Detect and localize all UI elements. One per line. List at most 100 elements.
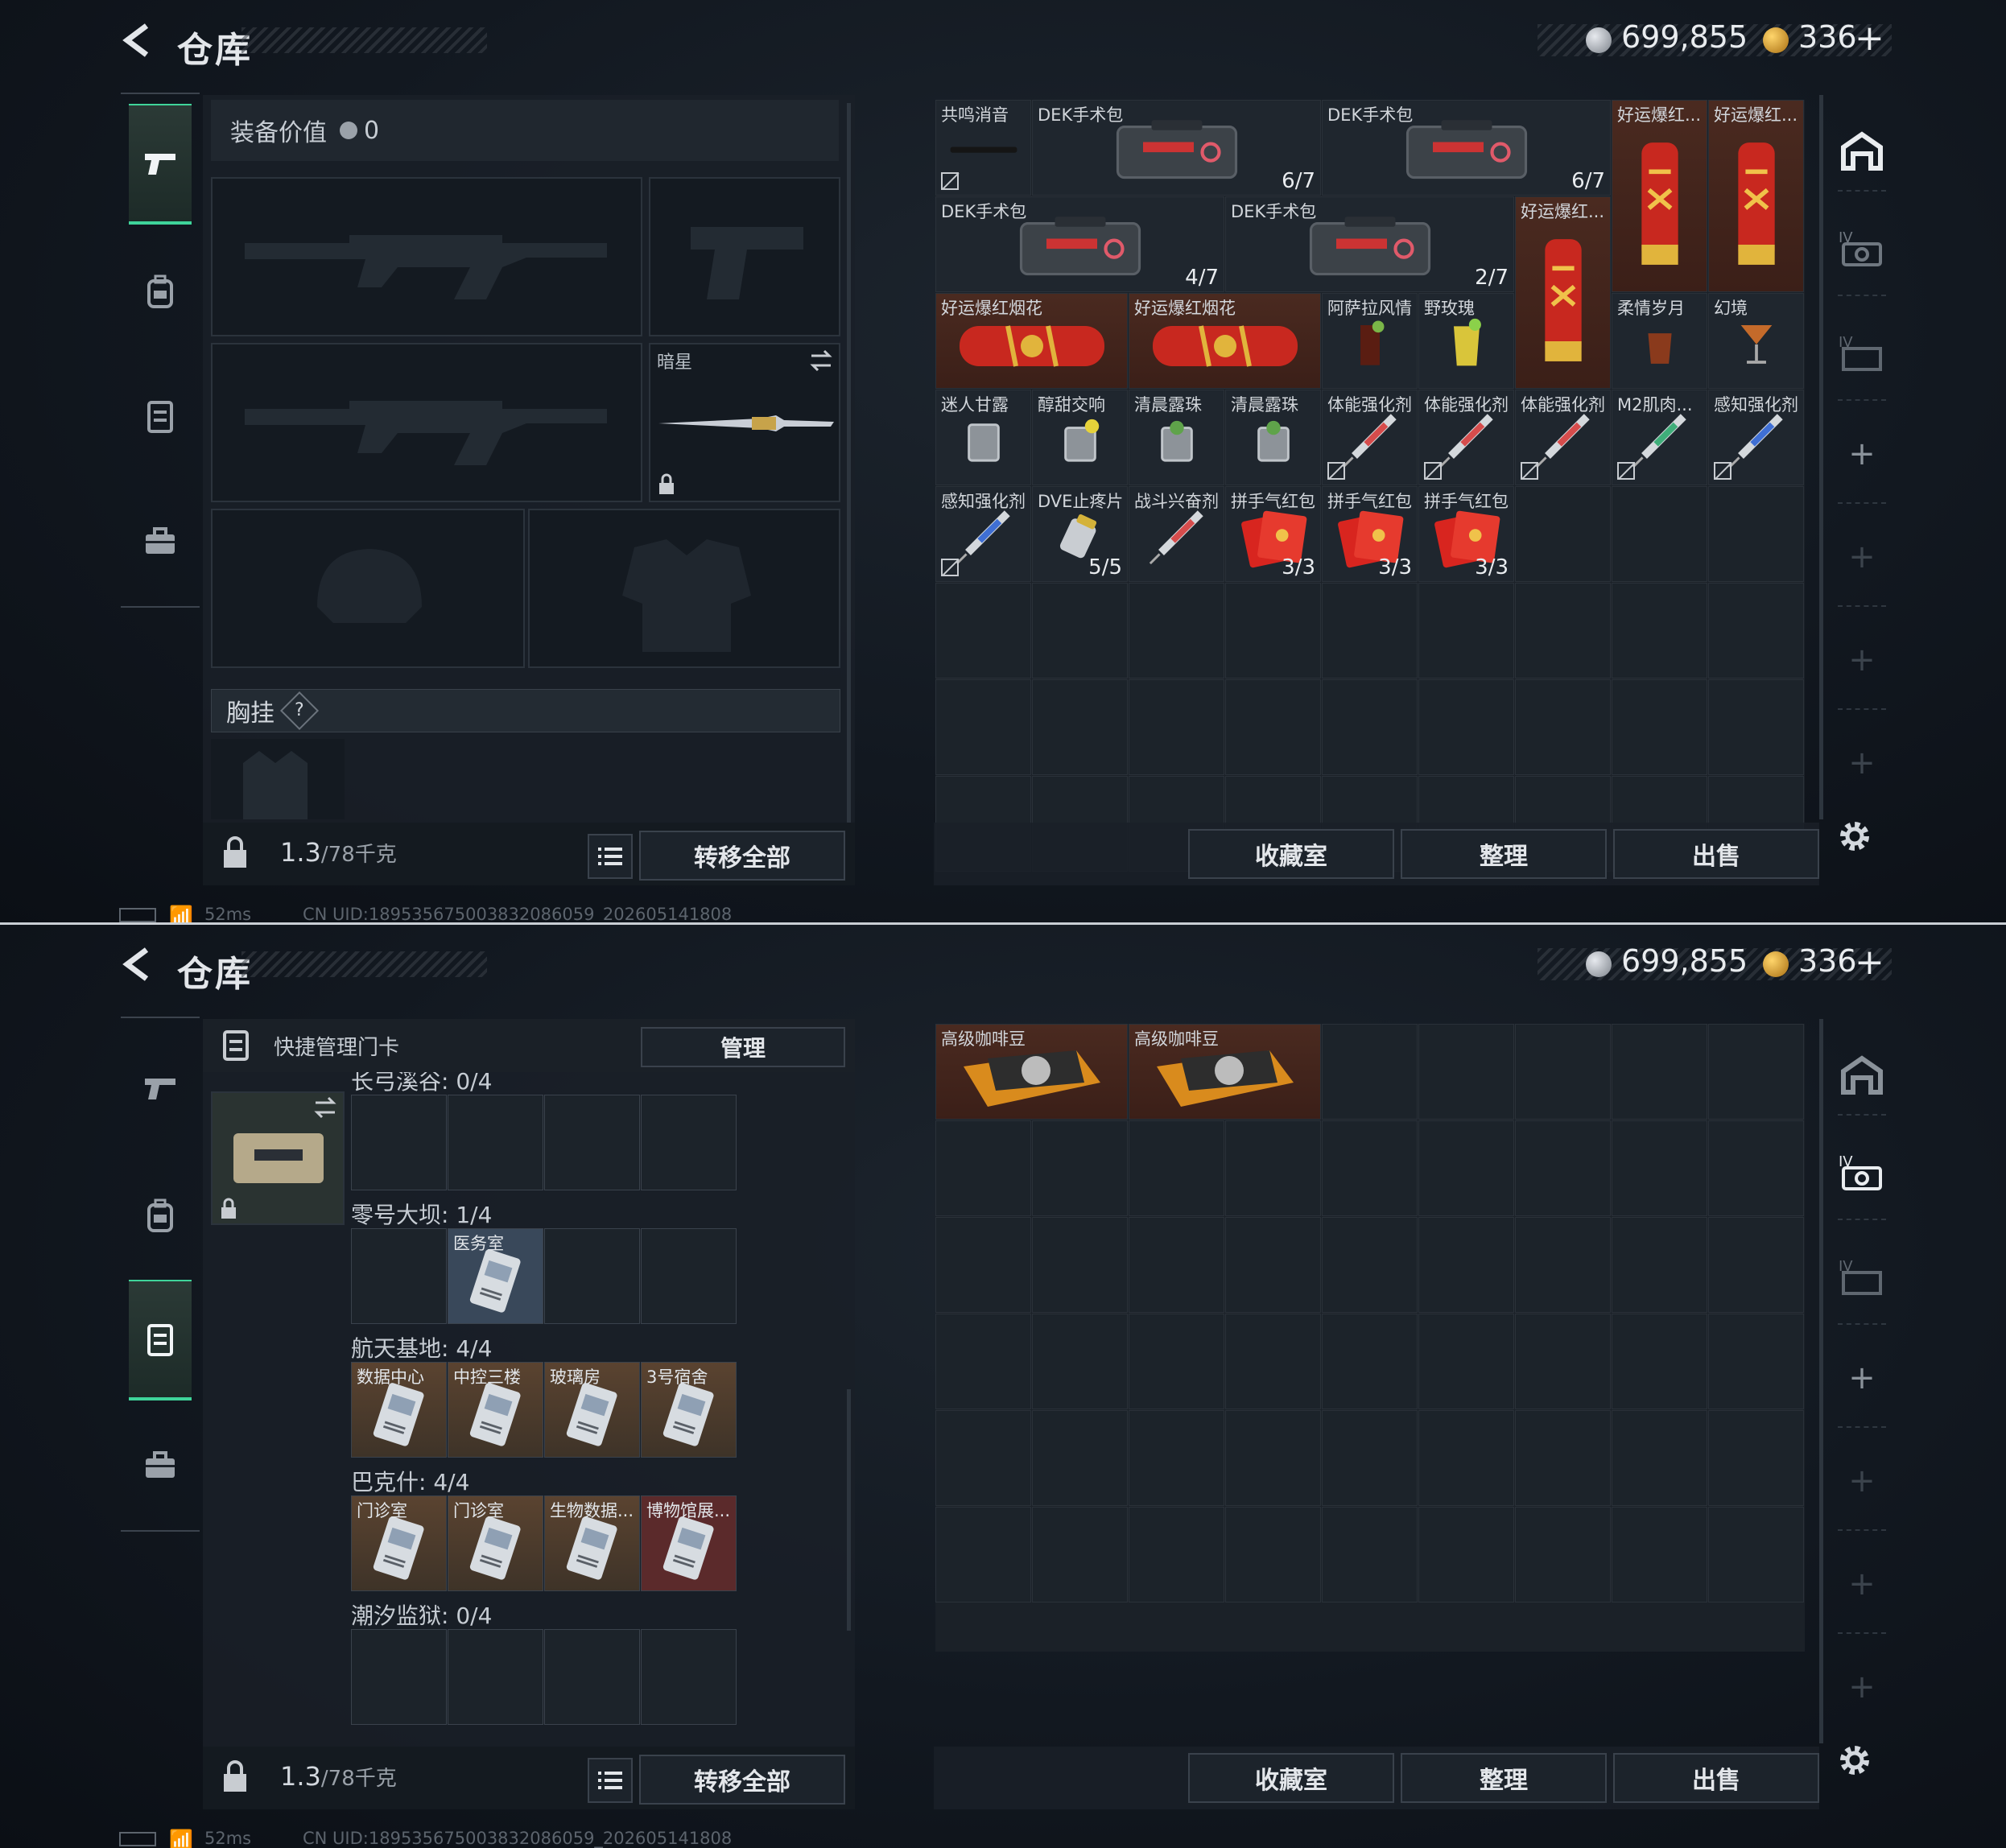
empty-grid-cell[interactable]: [1418, 1024, 1514, 1120]
empty-grid-cell[interactable]: [1418, 1410, 1514, 1506]
keycard-slot[interactable]: [448, 1095, 543, 1190]
keycard-slot[interactable]: 玻璃房: [544, 1362, 640, 1458]
empty-grid-cell[interactable]: [1708, 679, 1804, 775]
empty-grid-cell[interactable]: [1515, 1024, 1611, 1120]
storage-page-main[interactable]: [1838, 1051, 1886, 1099]
keycard-slot[interactable]: 中控三楼: [448, 1362, 543, 1458]
keycard-slot[interactable]: [544, 1629, 640, 1725]
inventory-item[interactable]: 迷人甘露: [935, 390, 1031, 485]
empty-grid-cell[interactable]: [1129, 583, 1224, 679]
empty-grid-cell[interactable]: [1225, 583, 1321, 679]
empty-grid-cell[interactable]: [1612, 679, 1707, 775]
empty-grid-cell[interactable]: [1032, 1507, 1128, 1603]
keycard-slot[interactable]: 门诊室: [351, 1495, 447, 1591]
inventory-item[interactable]: 好运爆红...: [1515, 196, 1611, 389]
empty-grid-cell[interactable]: [1418, 1314, 1514, 1409]
keycard-slot[interactable]: [351, 1228, 447, 1324]
manage-button[interactable]: 管理: [641, 1027, 845, 1067]
empty-grid-cell[interactable]: [935, 583, 1031, 679]
empty-grid-cell[interactable]: [1612, 583, 1707, 679]
list-view-button[interactable]: [588, 1758, 633, 1803]
transfer-all-button[interactable]: 转移全部: [639, 831, 845, 881]
back-arrow-icon[interactable]: [119, 21, 158, 60]
storage-page-expansion-1[interactable]: IV: [1838, 1148, 1886, 1196]
empty-grid-cell[interactable]: [1225, 1120, 1321, 1216]
nav-keycards[interactable]: [129, 1280, 192, 1400]
empty-grid-cell[interactable]: [1032, 1410, 1128, 1506]
lock-icon[interactable]: [221, 835, 250, 869]
add-storage-page-3[interactable]: +: [1838, 636, 1886, 684]
empty-grid-cell[interactable]: [1612, 1314, 1707, 1409]
add-storage-page-2[interactable]: +: [1838, 1457, 1886, 1505]
empty-grid-cell[interactable]: [1515, 1314, 1611, 1409]
empty-grid-cell[interactable]: [935, 679, 1031, 775]
primary-weapon-slot-2[interactable]: [211, 343, 642, 502]
inventory-item[interactable]: 高级咖啡豆: [935, 1024, 1128, 1120]
sort-button[interactable]: 整理: [1401, 1753, 1607, 1803]
empty-grid-cell[interactable]: [1322, 1314, 1418, 1409]
empty-grid-cell[interactable]: [1418, 1507, 1514, 1603]
primary-weapon-slot[interactable]: [211, 177, 642, 336]
inventory-item[interactable]: 拼手气红包 3/3: [1418, 486, 1514, 582]
add-storage-page-1[interactable]: +: [1838, 1354, 1886, 1402]
storage-page-main[interactable]: [1838, 127, 1886, 175]
keycard-slot[interactable]: [448, 1629, 543, 1725]
keycard-slot[interactable]: [641, 1228, 737, 1324]
inventory-item[interactable]: 幻境: [1708, 293, 1804, 389]
add-storage-page-3[interactable]: +: [1838, 1560, 1886, 1608]
empty-grid-cell[interactable]: [1225, 1507, 1321, 1603]
empty-grid-cell[interactable]: [1708, 486, 1804, 582]
empty-grid-cell[interactable]: [1032, 583, 1128, 679]
empty-grid-cell[interactable]: [1225, 679, 1321, 775]
empty-grid-cell[interactable]: [1612, 1120, 1707, 1216]
empty-grid-cell[interactable]: [1129, 1120, 1224, 1216]
add-storage-page-4[interactable]: +: [1838, 1663, 1886, 1711]
chest-rig-slot[interactable]: [211, 739, 345, 819]
empty-grid-cell[interactable]: [1612, 1507, 1707, 1603]
empty-grid-cell[interactable]: [1515, 1120, 1611, 1216]
empty-grid-cell[interactable]: [1515, 1217, 1611, 1313]
empty-grid-cell[interactable]: [1515, 1507, 1611, 1603]
inventory-item[interactable]: 感知强化剂: [935, 486, 1031, 582]
empty-grid-cell[interactable]: [1032, 679, 1128, 775]
keycard-slot[interactable]: [351, 1095, 447, 1190]
inventory-item[interactable]: 体能强化剂: [1515, 390, 1611, 485]
keycard-group-list[interactable]: 长弓溪谷: 0/4 零号大坝: 1/4 医务室 航天基地: 4/4 数据中心 中控三楼 玻璃…: [351, 1072, 834, 1740]
empty-grid-cell[interactable]: [1515, 1410, 1611, 1506]
keycard-slot[interactable]: [544, 1095, 640, 1190]
sell-button[interactable]: 出售: [1613, 829, 1819, 879]
inventory-item[interactable]: 清晨露珠: [1129, 390, 1224, 485]
inventory-item[interactable]: M2肌肉...: [1612, 390, 1707, 485]
swap-icon[interactable]: [312, 1096, 338, 1119]
empty-grid-cell[interactable]: [1418, 679, 1514, 775]
empty-grid-cell[interactable]: [1418, 1217, 1514, 1313]
add-storage-page-2[interactable]: +: [1838, 533, 1886, 581]
empty-grid-cell[interactable]: [1708, 583, 1804, 679]
add-currency-icon[interactable]: +: [1855, 942, 1884, 983]
inventory-item[interactable]: 感知强化剂: [1708, 390, 1804, 485]
empty-grid-cell[interactable]: [1515, 679, 1611, 775]
empty-grid-cell[interactable]: [1129, 1217, 1224, 1313]
empty-grid-cell[interactable]: [1129, 1410, 1224, 1506]
storage-page-expansion-2[interactable]: IV: [1838, 328, 1886, 377]
empty-grid-cell[interactable]: [1032, 1314, 1128, 1409]
empty-grid-cell[interactable]: [1612, 1410, 1707, 1506]
add-currency-icon[interactable]: +: [1855, 18, 1884, 59]
collection-room-button[interactable]: 收藏室: [1188, 1753, 1394, 1803]
empty-grid-cell[interactable]: [1515, 583, 1611, 679]
panel-scrollbar[interactable]: [847, 1389, 851, 1631]
list-view-button[interactable]: [588, 834, 633, 879]
keycard-slot[interactable]: 门诊室: [448, 1495, 543, 1591]
inventory-item[interactable]: 体能强化剂: [1322, 390, 1418, 485]
inventory-item[interactable]: 高级咖啡豆: [1129, 1024, 1321, 1120]
nav-weapons[interactable]: [129, 1028, 192, 1149]
inventory-item[interactable]: 好运爆红烟花: [935, 293, 1128, 389]
empty-grid-cell[interactable]: [1129, 1314, 1224, 1409]
empty-grid-cell[interactable]: [1418, 583, 1514, 679]
keycard-slot[interactable]: 生物数据...: [544, 1495, 640, 1591]
empty-grid-cell[interactable]: [1708, 1314, 1804, 1409]
storage-page-expansion-2[interactable]: IV: [1838, 1252, 1886, 1301]
add-storage-page-4[interactable]: +: [1838, 739, 1886, 787]
empty-grid-cell[interactable]: [935, 1217, 1031, 1313]
inventory-item[interactable]: 清晨露珠: [1225, 390, 1321, 485]
